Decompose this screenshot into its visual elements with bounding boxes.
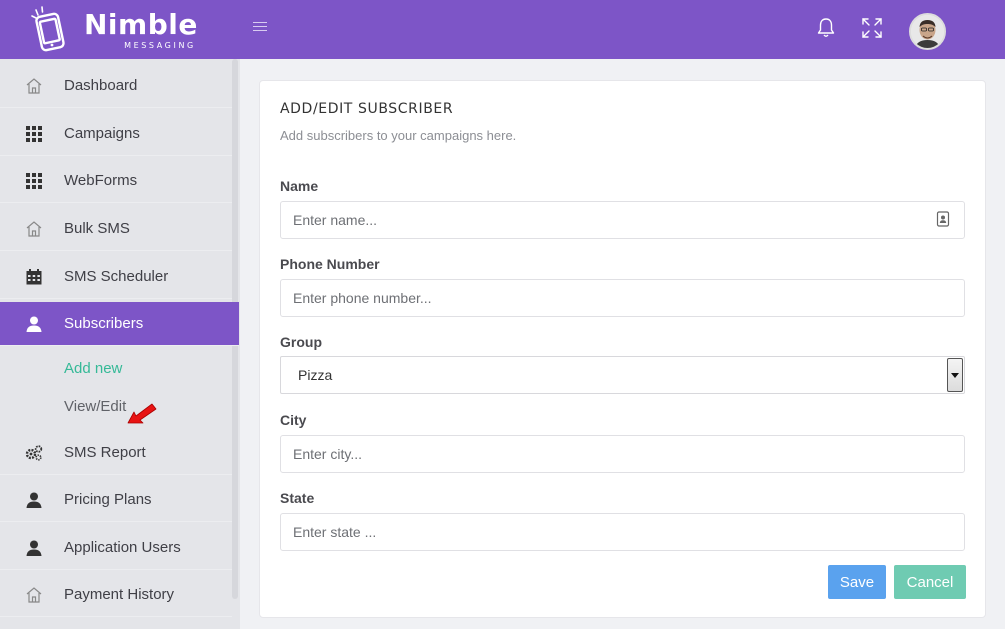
user-icon — [25, 539, 43, 557]
home-icon — [25, 220, 43, 238]
sidebar-item-label: Bulk SMS — [64, 220, 130, 237]
user-icon — [25, 315, 43, 333]
sidebar-item-payment-history[interactable]: Payment History — [0, 573, 232, 617]
red-arrow-annotation-icon — [127, 403, 157, 424]
grid-icon — [25, 172, 43, 190]
name-field[interactable] — [280, 201, 965, 239]
submenu-view-edit[interactable]: View/Edit — [64, 398, 126, 415]
home-icon — [25, 77, 43, 95]
sidebar-item-sms-scheduler[interactable]: SMS Scheduler — [0, 255, 232, 299]
sidebar-item-sms-report[interactable]: SMS Report — [0, 431, 232, 475]
user-avatar[interactable] — [909, 13, 946, 50]
brand-logo[interactable]: Nimble MESSAGING — [30, 6, 198, 54]
city-field[interactable] — [280, 435, 965, 473]
phone-number-field[interactable] — [280, 279, 965, 317]
submenu-add-new[interactable]: Add new — [64, 360, 122, 377]
brand-tagline: MESSAGING — [124, 40, 196, 50]
menu-icon[interactable] — [253, 22, 267, 36]
group-select[interactable]: Pizza — [280, 356, 965, 394]
state-field[interactable] — [280, 513, 965, 551]
calendar-icon — [25, 268, 43, 286]
dropdown-arrow-icon[interactable] — [947, 358, 963, 392]
sidebar: Dashboard Campaigns WebForms Bulk SMS SM… — [0, 59, 240, 629]
sidebar-item-campaigns[interactable]: Campaigns — [0, 112, 232, 156]
sidebar-item-webforms[interactable]: WebForms — [0, 159, 232, 203]
sidebar-item-label: Application Users — [64, 539, 181, 556]
cancel-button[interactable]: Cancel — [894, 565, 966, 599]
phone-number-label: Phone Number — [280, 256, 380, 272]
sidebar-item-label: Dashboard — [64, 77, 138, 94]
sidebar-item-dashboard[interactable]: Dashboard — [0, 64, 232, 108]
home-icon — [25, 586, 43, 604]
subscriber-form-card: ADD/EDIT SUBSCRIBER Add subscribers to y… — [259, 80, 986, 618]
sidebar-item-label: Pricing Plans — [64, 491, 152, 508]
contact-card-icon[interactable] — [936, 211, 950, 227]
sidebar-item-label: Subscribers — [64, 315, 144, 332]
top-bar: Nimble MESSAGING — [0, 0, 1005, 59]
page-title: ADD/EDIT SUBSCRIBER — [280, 101, 454, 117]
city-label: City — [280, 412, 307, 428]
gears-icon — [25, 444, 43, 462]
sidebar-item-application-users[interactable]: Application Users — [0, 526, 232, 570]
bell-icon[interactable] — [816, 17, 836, 39]
sidebar-item-pricing-plans[interactable]: Pricing Plans — [0, 478, 232, 522]
name-label: Name — [280, 178, 319, 194]
group-selected-value: Pizza — [298, 367, 333, 383]
brand-name: Nimble — [84, 7, 198, 41]
group-label: Group — [280, 334, 322, 350]
fullscreen-icon[interactable] — [861, 17, 883, 39]
sidebar-item-bulk-sms[interactable]: Bulk SMS — [0, 207, 232, 251]
sidebar-item-label: Campaigns — [64, 125, 140, 142]
user-icon — [25, 491, 43, 509]
sidebar-item-label: Payment History — [64, 586, 175, 603]
state-label: State — [280, 490, 315, 506]
sidebar-item-subscribers[interactable]: Subscribers — [0, 302, 239, 346]
save-button[interactable]: Save — [828, 565, 886, 599]
avatar-face-icon — [911, 15, 944, 48]
page-subtitle: Add subscribers to your campaigns here. — [280, 128, 517, 143]
grid-icon — [25, 125, 43, 143]
phone-logo-icon — [31, 6, 65, 52]
sidebar-item-label: SMS Scheduler — [64, 268, 169, 285]
sidebar-item-label: WebForms — [64, 172, 138, 189]
sidebar-item-label: SMS Report — [64, 444, 146, 461]
